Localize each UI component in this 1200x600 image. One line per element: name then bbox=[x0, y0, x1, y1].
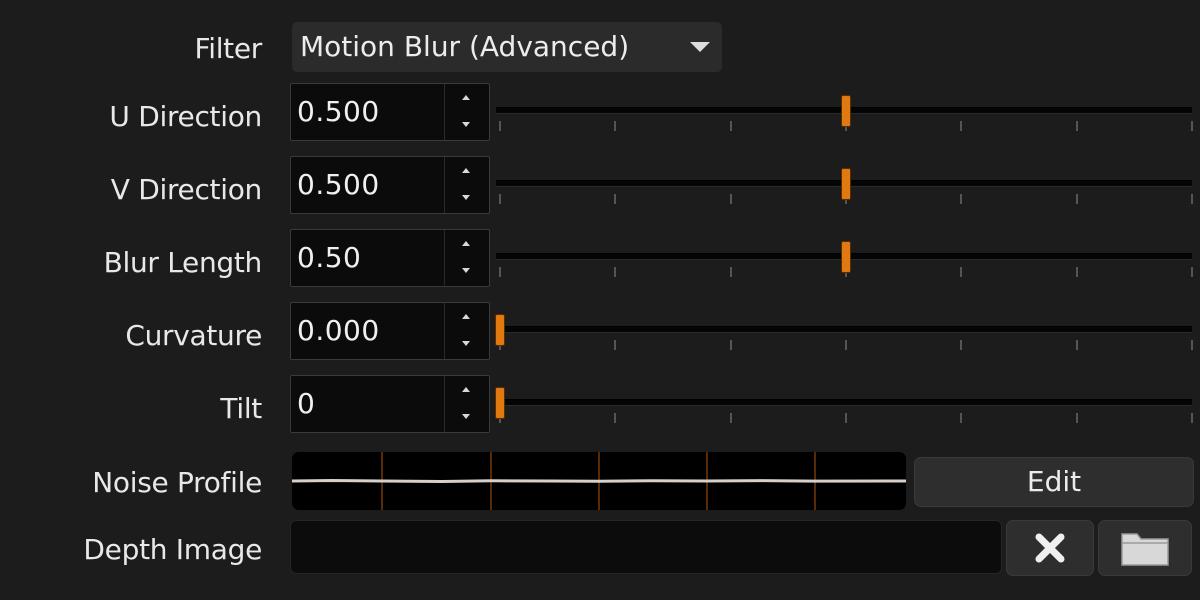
blur-length-slider[interactable] bbox=[496, 241, 1193, 281]
spin-down-icon[interactable] bbox=[462, 414, 470, 419]
spin-up-icon[interactable] bbox=[462, 241, 470, 246]
v-direction-label: V Direction bbox=[110, 173, 263, 206]
slider-tick bbox=[1075, 413, 1078, 423]
depth-image-label: Depth Image bbox=[83, 533, 262, 566]
blur-length-stepper[interactable] bbox=[444, 230, 489, 286]
slider-handle[interactable] bbox=[841, 241, 851, 273]
spin-down-icon[interactable] bbox=[462, 268, 470, 273]
slider-tick bbox=[729, 194, 732, 204]
slider-tick bbox=[1075, 194, 1078, 204]
spin-down-icon[interactable] bbox=[462, 341, 470, 346]
curvature-slider[interactable] bbox=[495, 314, 1193, 354]
filter-properties-panel: Filter Motion Blur (Advanced) U Directio… bbox=[0, 0, 1200, 600]
slider-tick bbox=[499, 267, 501, 277]
slider-tick bbox=[1075, 340, 1078, 350]
u-direction-label: U Direction bbox=[109, 100, 262, 133]
slider-tick bbox=[845, 413, 847, 423]
u-direction-slider[interactable] bbox=[496, 95, 1193, 135]
slider-tick bbox=[729, 413, 732, 423]
noise-curve-line bbox=[292, 478, 906, 484]
u-direction-spinbox[interactable]: 0.500 bbox=[290, 83, 490, 141]
slider-tick bbox=[960, 267, 963, 277]
slider-tick bbox=[614, 267, 617, 277]
slider-handle[interactable] bbox=[495, 387, 505, 419]
slider-tick bbox=[1191, 121, 1193, 131]
folder-icon bbox=[1121, 533, 1169, 566]
slider-tick bbox=[960, 194, 963, 204]
slider-tick bbox=[614, 340, 617, 350]
filter-dropdown[interactable]: Motion Blur (Advanced) bbox=[292, 22, 722, 72]
tilt-spinbox[interactable]: 0 bbox=[290, 375, 490, 433]
curvature-spinbox[interactable]: 0.000 bbox=[290, 302, 490, 360]
filter-dropdown-value: Motion Blur (Advanced) bbox=[300, 30, 630, 63]
v-direction-value: 0.500 bbox=[297, 168, 380, 201]
browse-depth-image-button[interactable] bbox=[1098, 520, 1192, 576]
slider-handle[interactable] bbox=[495, 314, 505, 346]
slider-track[interactable] bbox=[496, 326, 1192, 333]
curvature-value: 0.000 bbox=[297, 314, 380, 347]
slider-tick bbox=[1075, 121, 1078, 131]
clear-depth-image-button[interactable] bbox=[1006, 520, 1094, 576]
slider-tick bbox=[960, 340, 963, 350]
slider-tick bbox=[960, 121, 963, 131]
slider-handle[interactable] bbox=[841, 95, 851, 127]
chevron-down-icon bbox=[690, 42, 710, 52]
edit-noise-profile-button[interactable]: Edit bbox=[914, 457, 1194, 507]
spin-up-icon[interactable] bbox=[462, 387, 470, 392]
tilt-label: Tilt bbox=[220, 392, 262, 425]
v-direction-spinbox[interactable]: 0.500 bbox=[290, 156, 490, 214]
depth-image-path-field[interactable] bbox=[290, 520, 1002, 574]
v-direction-stepper[interactable] bbox=[444, 157, 489, 213]
spin-down-icon[interactable] bbox=[462, 122, 470, 127]
spin-down-icon[interactable] bbox=[462, 195, 470, 200]
slider-tick bbox=[960, 413, 963, 423]
slider-tick bbox=[1075, 267, 1078, 277]
spin-up-icon[interactable] bbox=[462, 95, 470, 100]
close-icon bbox=[1035, 533, 1065, 563]
slider-tick bbox=[729, 267, 732, 277]
noise-profile-curve[interactable] bbox=[292, 452, 906, 510]
tilt-slider[interactable] bbox=[495, 387, 1193, 427]
spin-up-icon[interactable] bbox=[462, 314, 470, 319]
filter-label: Filter bbox=[194, 32, 262, 65]
tilt-stepper[interactable] bbox=[444, 376, 489, 432]
slider-tick bbox=[1191, 267, 1193, 277]
blur-length-label: Blur Length bbox=[103, 246, 263, 279]
curvature-stepper[interactable] bbox=[444, 303, 489, 359]
slider-tick bbox=[614, 121, 617, 131]
slider-tick bbox=[614, 194, 617, 204]
noise-profile-label: Noise Profile bbox=[92, 466, 262, 499]
slider-handle[interactable] bbox=[841, 168, 851, 200]
slider-tick bbox=[729, 340, 732, 350]
tilt-value: 0 bbox=[297, 387, 316, 420]
slider-tick bbox=[499, 194, 501, 204]
spin-up-icon[interactable] bbox=[462, 168, 470, 173]
noise-profile-graph bbox=[292, 452, 906, 510]
v-direction-slider[interactable] bbox=[496, 168, 1193, 208]
u-direction-stepper[interactable] bbox=[444, 84, 489, 140]
slider-tick bbox=[1191, 340, 1193, 350]
curvature-label: Curvature bbox=[125, 319, 262, 352]
slider-tick bbox=[1191, 194, 1193, 204]
slider-tick bbox=[1191, 413, 1193, 423]
slider-tick bbox=[614, 413, 617, 423]
u-direction-value: 0.500 bbox=[297, 95, 380, 128]
slider-tick bbox=[845, 340, 847, 350]
slider-tick bbox=[499, 121, 501, 131]
slider-track[interactable] bbox=[496, 399, 1192, 406]
blur-length-value: 0.50 bbox=[297, 241, 362, 274]
blur-length-spinbox[interactable]: 0.50 bbox=[290, 229, 490, 287]
slider-tick bbox=[729, 121, 732, 131]
